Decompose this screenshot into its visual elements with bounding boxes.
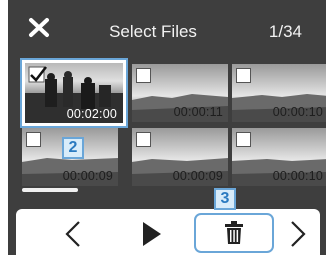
thumbnail-duration: 00:00:09 [62, 169, 113, 183]
thumbnail-3[interactable]: 00:00:10 [232, 64, 326, 122]
thumbnail-2[interactable]: 00:00:11 [132, 64, 228, 122]
trash-icon [225, 221, 243, 244]
chevron-left-icon [65, 221, 80, 247]
header-bar: Select Files 1/34 [8, 0, 326, 54]
bottom-navigation-bar [16, 209, 320, 255]
callout-badge-3: 3 [214, 188, 236, 210]
checkbox[interactable] [26, 132, 41, 147]
delete-button[interactable] [194, 213, 274, 253]
play-button[interactable] [126, 209, 176, 255]
thumbnail-duration: 00:00:11 [173, 105, 223, 119]
chevron-right-icon [291, 221, 306, 247]
checkbox-checked-icon[interactable] [28, 66, 48, 84]
thumbnail-duration: 00:00:09 [172, 169, 223, 183]
callout-badge-2: 2 [62, 137, 84, 159]
next-button[interactable] [280, 209, 326, 255]
checkbox[interactable] [136, 132, 151, 147]
previous-button[interactable] [48, 209, 98, 255]
select-files-screen: Select Files 1/34 00:02:00 00:00:11 00:0… [8, 0, 326, 255]
scrollbar[interactable] [22, 188, 78, 192]
checkbox[interactable] [236, 68, 251, 83]
page-title-text: Select Files [109, 22, 197, 41]
thumbnail-5[interactable]: 00:00:09 [132, 128, 228, 186]
thumbnail-duration: 00:00:10 [272, 105, 323, 119]
checkbox[interactable] [236, 132, 251, 147]
thumbnail-6[interactable]: 00:00:10 [232, 128, 326, 186]
thumbnail-duration: 00:00:10 [272, 169, 323, 183]
thumbnail-duration: 00:02:00 [66, 107, 117, 121]
play-icon [143, 222, 161, 246]
file-counter: 1/34 [268, 22, 302, 41]
thumbnail-1[interactable]: 00:02:00 [20, 58, 128, 128]
checkbox[interactable] [136, 68, 151, 83]
